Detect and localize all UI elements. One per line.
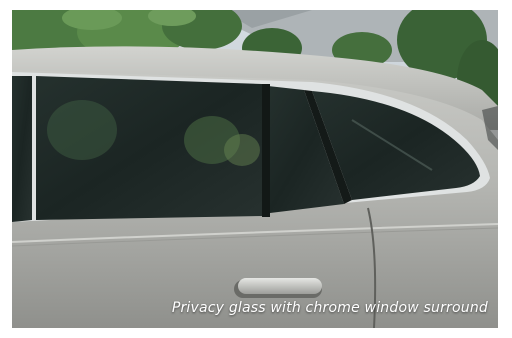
b-pillar [262, 84, 270, 217]
door-handle [234, 278, 322, 298]
photo-caption: Privacy glass with chrome window surroun… [171, 300, 488, 316]
car-photo [12, 10, 498, 328]
photo-frame: Privacy glass with chrome window surroun… [12, 10, 498, 328]
